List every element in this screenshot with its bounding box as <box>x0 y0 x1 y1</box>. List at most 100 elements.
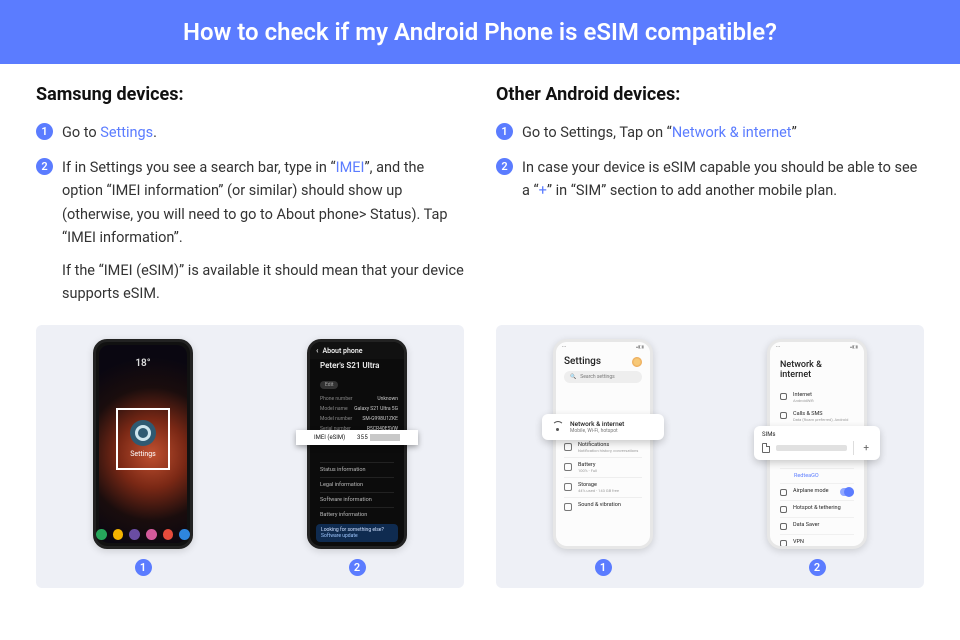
sim-icon <box>762 443 770 453</box>
sims-callout: SIMs + <box>754 426 880 460</box>
list-item: Legal information <box>320 477 394 492</box>
notifications-icon <box>564 443 572 451</box>
sublabel: AndroidWifi <box>793 398 814 403</box>
list-item: Airplane mode <box>780 483 854 500</box>
device-name: Peter's S21 Ultra <box>310 359 404 371</box>
other-step-2: 2 In case your device is eSIM capable yo… <box>496 156 924 202</box>
status-bar: •••▴◧▮ <box>770 342 864 350</box>
storage-icon <box>564 483 572 491</box>
list-item: NotificationsNotification history, conve… <box>564 437 642 457</box>
sound-icon <box>564 503 572 511</box>
phone-mockup: •••▴◧▮ Settings 🔍 Search settings AppsAs… <box>553 339 653 549</box>
list-item: VPN <box>780 534 854 546</box>
suggestion-card: Looking for something else? Software upd… <box>316 524 398 542</box>
text: If in Settings you see a search bar, typ… <box>62 159 336 176</box>
settings-app-label: Settings <box>130 450 156 458</box>
text: Go to Settings, Tap on “ <box>522 124 672 141</box>
phone-mockup: ‹ About phone Peter's S21 Ultra Edit Pho… <box>307 339 407 549</box>
text: ” in “SIM” section to add another mobile… <box>547 182 837 199</box>
samsung-shot-2: ‹ About phone Peter's S21 Ultra Edit Pho… <box>307 339 407 576</box>
wifi-icon <box>552 422 562 432</box>
other-screenshots: •••▴◧▮ Settings 🔍 Search settings AppsAs… <box>496 325 924 588</box>
plus-link[interactable]: + <box>539 182 547 199</box>
label: VPN <box>793 539 804 545</box>
other-heading: Other Android devices: <box>496 84 924 105</box>
list-item: Calls & SMSData (Roam preferred), Androi… <box>780 407 854 426</box>
phone-mockup: 18° Settings <box>93 339 193 549</box>
app-icon <box>129 529 140 540</box>
screenshot-badge: 1 <box>595 559 612 576</box>
plus-icon: + <box>860 443 872 454</box>
screenshot-badge: 2 <box>809 559 826 576</box>
about-phone-items: Status information Legal information Sof… <box>310 462 404 522</box>
list-item: Sound & vibration <box>564 497 642 515</box>
sublabel: 44% used - 143 GB free <box>578 488 619 493</box>
blurred-value <box>370 434 400 441</box>
content-row: Samsung devices: 1 Go to Settings. 2 If … <box>0 64 960 317</box>
vpn-icon <box>780 540 787 546</box>
screenshots-row: 18° Settings 1 <box>0 325 960 588</box>
list-item: Hotspot & tethering <box>780 500 854 517</box>
list-item: Status information <box>320 462 394 477</box>
search-placeholder: Search settings <box>580 374 614 380</box>
callout-sub: Mobile, Wi-Fi, hotspot <box>570 428 624 434</box>
label: Model number <box>320 416 352 422</box>
list-item: Battery100% - Full <box>564 457 642 477</box>
device-info-list: Phone number Unknown Model name Galaxy S21… <box>310 390 404 434</box>
step-badge: 2 <box>496 158 513 175</box>
app-icon <box>96 529 107 540</box>
label: Airplane mode <box>793 488 829 494</box>
other-shot-1: •••▴◧▮ Settings 🔍 Search settings AppsAs… <box>553 339 653 576</box>
text: . <box>153 124 157 141</box>
settings-title: Settings <box>564 356 601 367</box>
value: Galaxy S21 Ultra 5G <box>354 406 398 412</box>
network-list-lower: RedteaGO Airplane mode Hotspot & tetheri… <box>780 468 854 546</box>
list-item: RedteaGO <box>780 468 854 483</box>
step-badge: 1 <box>36 123 53 140</box>
calls-icon <box>780 412 787 419</box>
sublabel: 100% - Full <box>578 468 597 473</box>
label: Model name <box>320 406 348 412</box>
samsung-column: Samsung devices: 1 Go to Settings. 2 If … <box>36 84 464 317</box>
label: Phone number <box>320 396 352 402</box>
text: If the “IMEI (eSIM)” is available it sho… <box>62 259 464 305</box>
app-icon <box>113 529 124 540</box>
settings-link[interactable]: Settings <box>100 124 153 141</box>
imei-label: IMEI (eSIM) <box>314 434 345 441</box>
avatar <box>632 357 642 367</box>
list-item: InternetAndroidWifi <box>780 388 854 407</box>
settings-title-row: Settings <box>564 356 642 367</box>
other-column: Other Android devices: 1 Go to Settings,… <box>496 84 924 317</box>
sims-heading: SIMs <box>762 431 872 438</box>
app-icon <box>163 529 174 540</box>
app-icon <box>179 529 190 540</box>
list-item: Data Saver <box>780 517 854 534</box>
status-bar: •••▴◧▮ <box>556 342 650 350</box>
imei-link[interactable]: IMEI <box>336 159 365 176</box>
back-icon: ‹ <box>316 346 318 355</box>
samsung-heading: Samsung devices: <box>36 84 464 105</box>
datasaver-icon <box>780 523 787 530</box>
sublabel: Data (Roam preferred), Android <box>793 417 848 422</box>
header-title: About phone <box>322 347 362 355</box>
samsung-step-2: 2 If in Settings you see a search bar, t… <box>36 156 464 305</box>
airplane-icon <box>780 489 787 496</box>
battery-icon <box>564 463 572 471</box>
list-item: Software information <box>320 492 394 507</box>
edit-button: Edit <box>320 381 338 389</box>
about-phone-header: ‹ About phone <box>310 342 404 359</box>
gear-icon <box>130 420 156 446</box>
network-internet-link[interactable]: Network & internet <box>672 124 792 141</box>
step-badge: 2 <box>36 158 53 175</box>
hotspot-icon <box>780 506 787 513</box>
temperature: 18° <box>96 358 190 369</box>
network-internet-callout: Network & internet Mobile, Wi-Fi, hotspo… <box>542 414 664 440</box>
divider <box>853 441 854 455</box>
screenshot-badge: 2 <box>349 559 366 576</box>
suggestion-link: Software update <box>321 533 393 539</box>
step-badge: 1 <box>496 123 513 140</box>
value: Unknown <box>377 396 398 402</box>
search-settings: 🔍 Search settings <box>564 371 642 383</box>
page-title: How to check if my Android Phone is eSIM… <box>0 0 960 64</box>
list-item: Storage44% used - 143 GB free <box>564 477 642 497</box>
